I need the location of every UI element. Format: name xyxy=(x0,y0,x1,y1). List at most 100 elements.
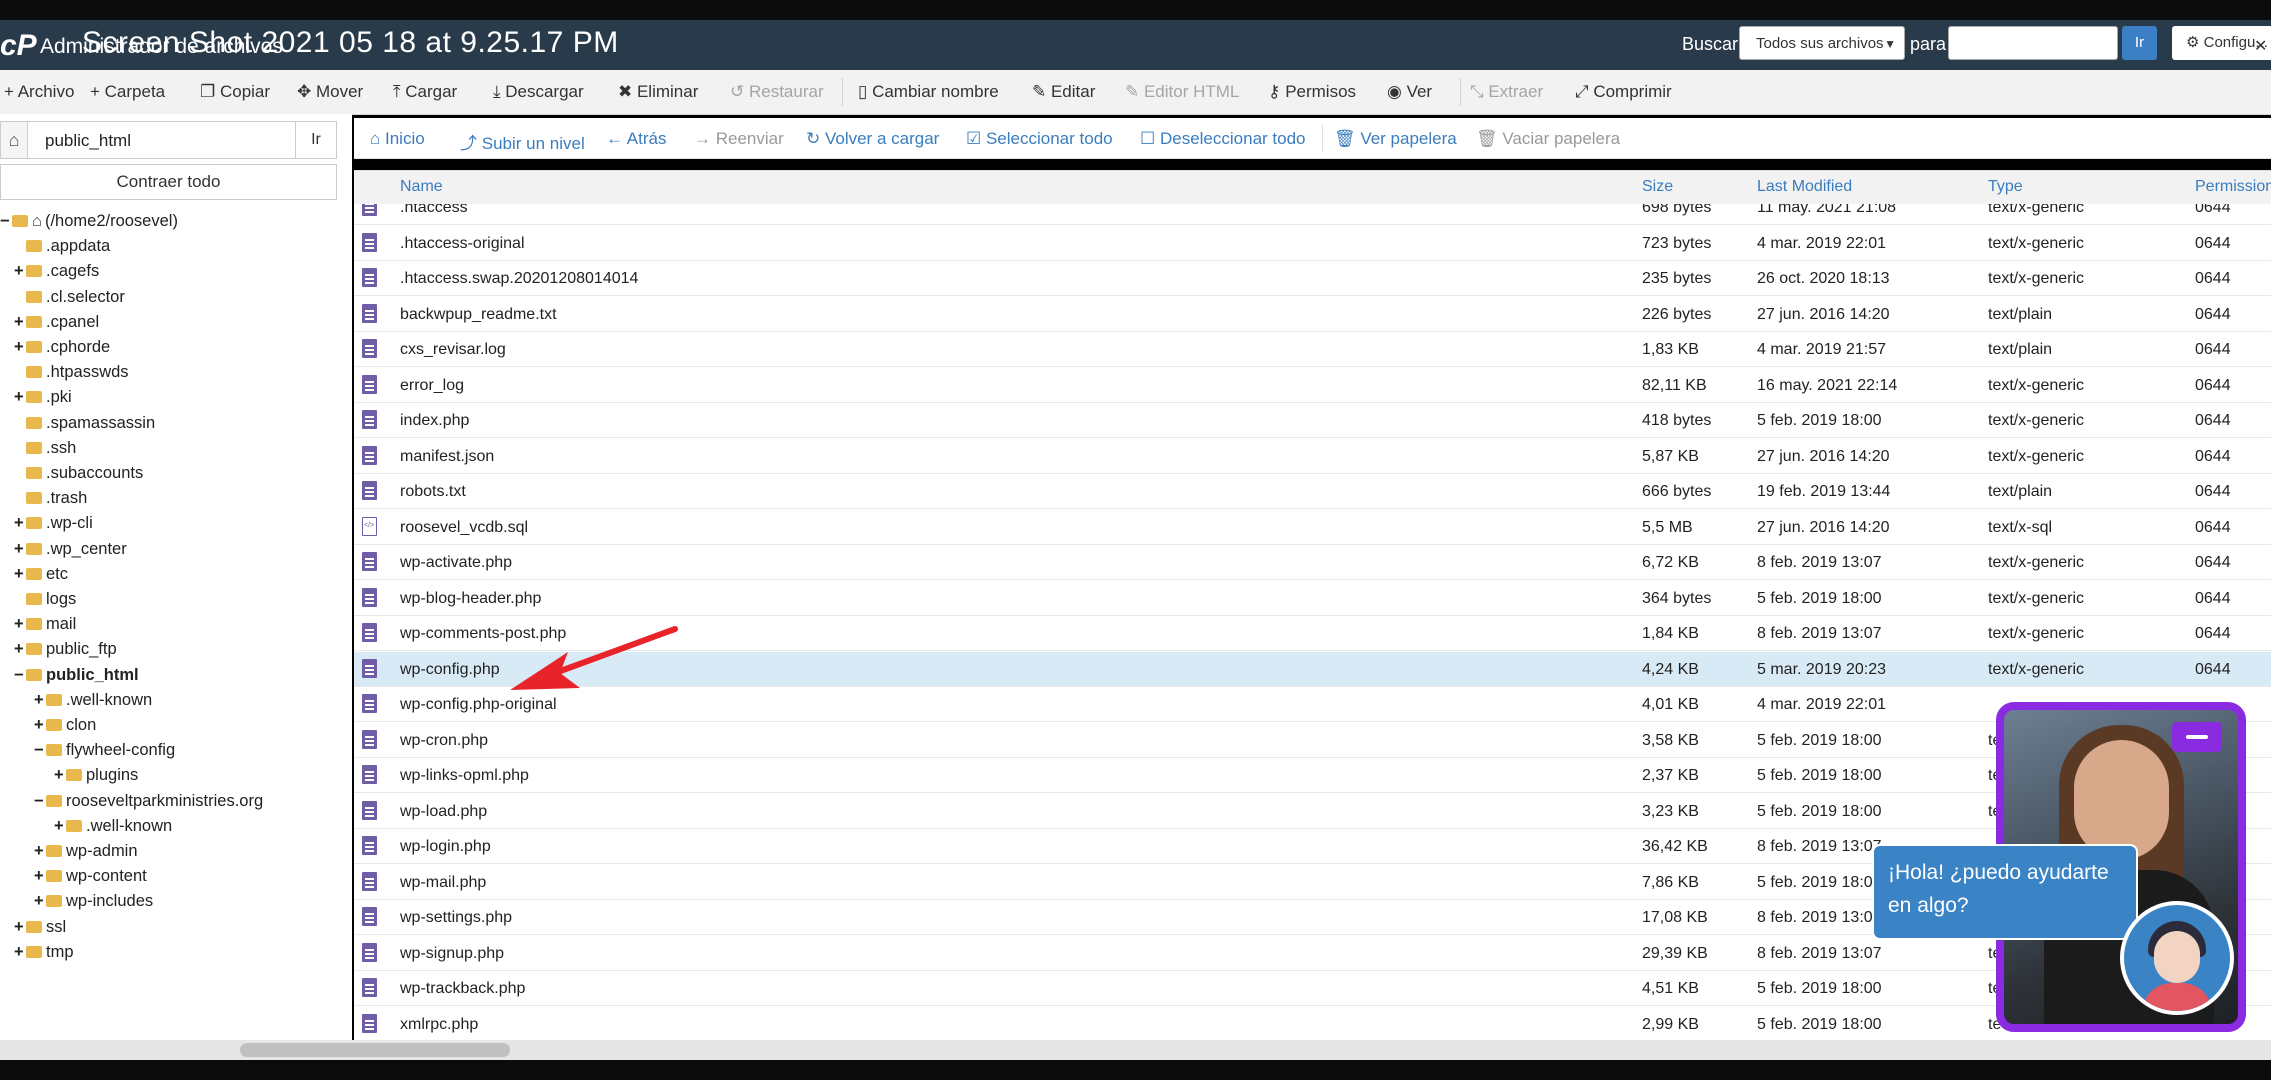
collapse-icon[interactable]: − xyxy=(14,666,26,685)
expand-icon[interactable]: + xyxy=(14,943,26,962)
collapse-all-button[interactable]: Contraer todo xyxy=(0,164,337,200)
toolbar-descargar-button[interactable]: ⤓ Descargar xyxy=(493,82,584,102)
table-row[interactable]: roosevel_vcdb.sql 5,5 MB 27 jun. 2016 14:2… xyxy=(354,510,2271,545)
table-row[interactable]: wp-trackback.php 4,51 KB 5 feb. 2019 18:00… xyxy=(354,971,2271,1006)
tree-item[interactable]: − flywheel-config xyxy=(34,741,175,766)
expand-icon[interactable]: + xyxy=(34,691,46,710)
toolbar-cargar-button[interactable]: ⤒ Cargar xyxy=(393,82,457,102)
nav-deseleccionar-todo-button[interactable]: ☐ Deseleccionar todo xyxy=(1140,129,1306,149)
table-row[interactable]: robots.txt 666 bytes 19 feb. 2019 13:44 tex… xyxy=(354,474,2271,509)
tree-item[interactable]: .cl.selector xyxy=(14,288,125,313)
nav-vaciar-papelera-button[interactable]: 🗑 Vaciar papelera xyxy=(1476,129,1620,149)
toolbar-permisos-button[interactable]: ⚷ Permisos xyxy=(1268,82,1356,102)
tree-item[interactable]: + .well-known xyxy=(34,691,152,716)
toolbar-comprimir-button[interactable]: ⤢ Comprimir xyxy=(1575,82,1672,102)
nav-subir-un-nivel-button[interactable]: ⤴ Subir un nivel xyxy=(460,129,585,154)
nav-seleccionar-todo-button[interactable]: ☑ Seleccionar todo xyxy=(966,129,1113,149)
tree-item[interactable]: + .cphorde xyxy=(14,338,110,363)
chat-bubble[interactable]: ¡Hola! ¿puedo ayudarte en algo? xyxy=(1872,844,2138,940)
expand-icon[interactable]: + xyxy=(34,716,46,735)
expand-icon[interactable]: + xyxy=(34,842,46,861)
close-icon[interactable]: ✕ xyxy=(2254,36,2267,56)
nav-reenviar-button[interactable]: → Reenviar xyxy=(694,129,784,149)
path-go-button[interactable]: Ir xyxy=(295,122,336,158)
tree-item[interactable]: + etc xyxy=(14,565,68,590)
expand-icon[interactable]: + xyxy=(34,892,46,911)
table-row[interactable]: wp-blog-header.php 364 bytes 5 feb. 2019 1… xyxy=(354,581,2271,616)
toolbar-extraer-button[interactable]: ⤡ Extraer xyxy=(1470,82,1543,102)
toolbar-carpeta-button[interactable]: + Carpeta xyxy=(90,82,165,102)
toolbar-archivo-button[interactable]: + Archivo xyxy=(4,82,74,102)
table-row[interactable]: backwpup_readme.txt 226 bytes 27 jun. 2016… xyxy=(354,297,2271,332)
tree-item[interactable]: + .wp-cli xyxy=(14,514,93,539)
expand-icon[interactable]: + xyxy=(14,565,26,584)
tree-item[interactable]: .spamassassin xyxy=(14,414,155,439)
column-size[interactable]: Size xyxy=(1642,178,1673,196)
toolbar-mover-button[interactable]: ✥ Mover xyxy=(297,82,363,102)
table-row[interactable]: wp-cron.php 3,58 KB 5 feb. 2019 18:00 te xyxy=(354,723,2271,758)
tree-item[interactable]: + .cagefs xyxy=(14,262,99,287)
path-input[interactable]: public_html xyxy=(45,131,131,151)
nav-volver-a-cargar-button[interactable]: ↻ Volver a cargar xyxy=(806,129,939,149)
expand-icon[interactable]: + xyxy=(14,262,26,281)
scrollbar-thumb[interactable] xyxy=(240,1043,510,1057)
toolbar-editar-button[interactable]: ✎ Editar xyxy=(1032,82,1095,102)
toolbar-editor-html-button[interactable]: ✎ Editor HTML xyxy=(1125,82,1239,102)
table-row[interactable]: wp-activate.php 6,72 KB 8 feb. 2019 13:07 t… xyxy=(354,545,2271,580)
tree-item[interactable]: + wp-admin xyxy=(34,842,138,867)
search-scope-select[interactable]: Todos sus archivos ▼ xyxy=(1739,26,1905,60)
search-input[interactable] xyxy=(1948,26,2118,60)
minimize-button[interactable] xyxy=(2172,722,2222,752)
tree-item[interactable]: − rooseveltparkministries.org xyxy=(34,792,263,817)
toolbar-eliminar-button[interactable]: ✖ Eliminar xyxy=(618,82,698,102)
horizontal-scrollbar[interactable] xyxy=(0,1040,2271,1060)
tree-item[interactable]: + clon xyxy=(34,716,96,741)
table-row[interactable]: .htaccess 698 bytes 11 may. 2021 21:08 text… xyxy=(354,204,2271,225)
tree-item[interactable]: + .well-known xyxy=(54,817,172,842)
column-last-modified[interactable]: Last Modified xyxy=(1757,178,1852,196)
expand-icon[interactable]: + xyxy=(34,867,46,886)
column-name[interactable]: Name xyxy=(400,178,443,196)
tree-item[interactable]: .appdata xyxy=(14,237,110,262)
tree-item[interactable]: + mail xyxy=(14,615,76,640)
tree-item[interactable]: .subaccounts xyxy=(14,464,143,489)
column-type[interactable]: Type xyxy=(1988,178,2023,196)
tree-item[interactable]: + .cpanel xyxy=(14,313,99,338)
tree-item[interactable]: + wp-includes xyxy=(34,892,153,917)
tree-item[interactable]: .trash xyxy=(14,489,87,514)
tree-item[interactable]: + .pki xyxy=(14,388,72,413)
toolbar-ver-button[interactable]: ◉ Ver xyxy=(1387,82,1432,102)
toolbar-cambiar-nombre-button[interactable]: ▯ Cambiar nombre xyxy=(858,82,999,102)
expand-icon[interactable]: + xyxy=(14,514,26,533)
tree-item[interactable]: + public_ftp xyxy=(14,640,117,665)
expand-icon[interactable]: + xyxy=(14,918,26,937)
column-permission[interactable]: Permission xyxy=(2195,178,2271,196)
table-row[interactable]: wp-load.php 3,23 KB 5 feb. 2019 18:00 te xyxy=(354,794,2271,829)
expand-icon[interactable]: + xyxy=(14,338,26,357)
collapse-icon[interactable]: − xyxy=(0,212,12,231)
expand-icon[interactable]: + xyxy=(14,615,26,634)
table-row[interactable]: xmlrpc.php 2,99 KB 5 feb. 2019 18:00 te xyxy=(354,1007,2271,1041)
tree-item[interactable]: + wp-content xyxy=(34,867,147,892)
table-row[interactable]: wp-links-opml.php 2,37 KB 5 feb. 2019 18:0… xyxy=(354,758,2271,793)
tree-item[interactable]: + ssl xyxy=(14,918,66,943)
expand-icon[interactable]: + xyxy=(54,766,66,785)
collapse-icon[interactable]: − xyxy=(34,741,46,760)
expand-icon[interactable]: + xyxy=(14,388,26,407)
expand-icon[interactable]: + xyxy=(14,640,26,659)
nav-atrás-button[interactable]: ← Atrás xyxy=(606,129,666,149)
home-icon[interactable]: ⌂ xyxy=(1,122,28,158)
tree-item[interactable]: + tmp xyxy=(14,943,74,968)
expand-icon[interactable]: + xyxy=(14,540,26,559)
tree-item[interactable]: − ⌂ (/home2/roosevel) xyxy=(0,212,178,237)
table-row[interactable]: index.php 418 bytes 5 feb. 2019 18:00 text/… xyxy=(354,403,2271,438)
table-row[interactable]: .htaccess.swap.20201208014014 235 bytes 26… xyxy=(354,261,2271,296)
tree-item[interactable]: + .wp_center xyxy=(14,540,127,565)
table-row[interactable]: manifest.json 5,87 KB 27 jun. 2016 14:20 te… xyxy=(354,439,2271,474)
table-row[interactable]: .htaccess-original 723 bytes 4 mar. 2019 2… xyxy=(354,226,2271,261)
toolbar-copiar-button[interactable]: ❐ Copiar xyxy=(200,82,270,102)
tree-item[interactable]: .htpasswds xyxy=(14,363,129,388)
expand-icon[interactable]: + xyxy=(14,313,26,332)
nav-ver-papelera-button[interactable]: 🗑 Ver papelera xyxy=(1334,129,1457,149)
expand-icon[interactable]: + xyxy=(54,817,66,836)
